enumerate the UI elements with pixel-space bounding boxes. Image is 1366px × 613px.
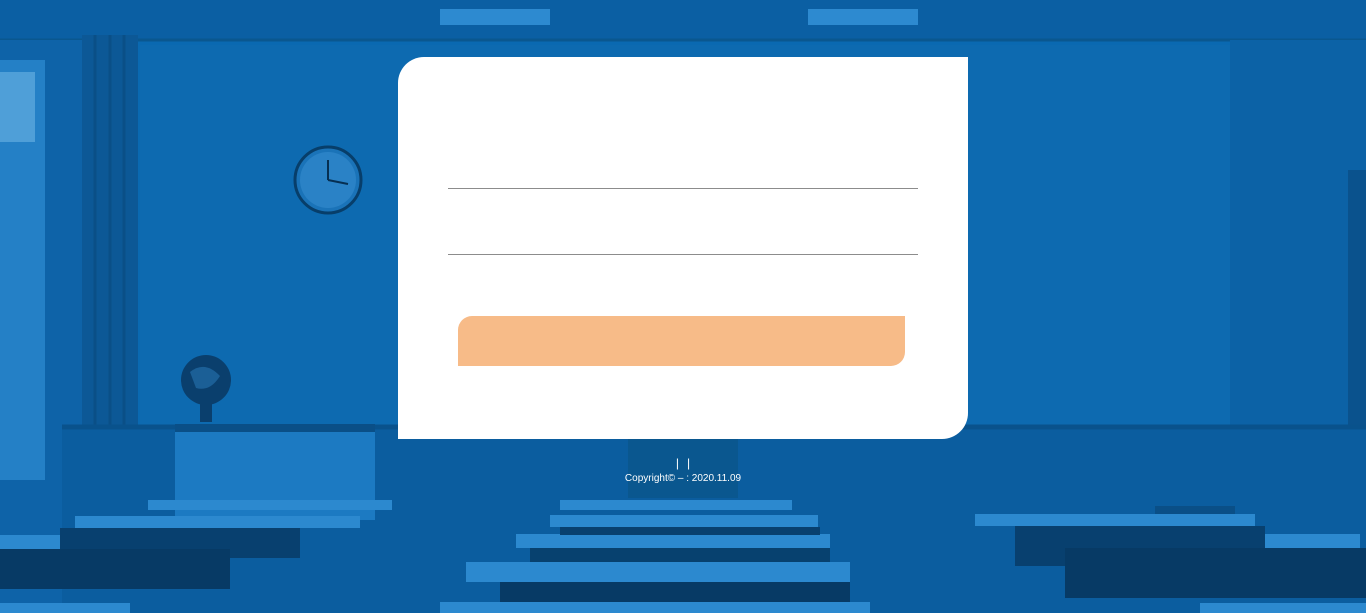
- footer-separator: |: [675, 456, 679, 470]
- footer: | | Copyright© – : 2020.11.09: [0, 455, 1366, 486]
- password-field[interactable]: [448, 221, 918, 255]
- login-card: [398, 57, 968, 439]
- footer-separator: |: [687, 456, 691, 470]
- copyright-text: Copyright© – : 2020.11.09: [624, 473, 742, 484]
- login-button[interactable]: [458, 316, 905, 366]
- footer-links: | |: [0, 455, 1366, 471]
- username-field[interactable]: [448, 155, 918, 189]
